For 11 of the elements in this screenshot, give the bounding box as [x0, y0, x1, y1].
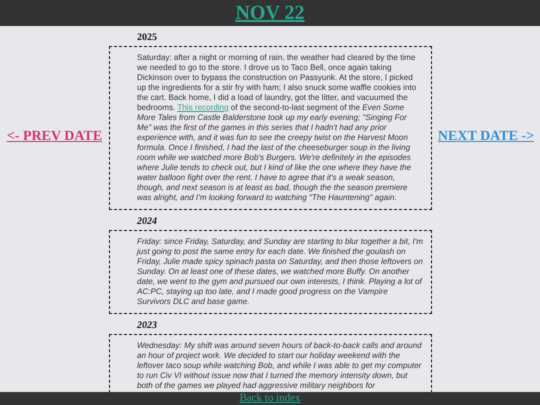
- year-heading: 2025: [136, 31, 158, 45]
- prev-date-link[interactable]: <- PREV DATE: [6, 129, 102, 146]
- year-heading: 2023: [136, 319, 158, 333]
- year-heading: 2024: [136, 215, 158, 229]
- back-to-index-link[interactable]: Back to index: [239, 392, 301, 405]
- next-date-link[interactable]: NEXT DATE ->: [438, 129, 534, 146]
- entry-text: Wednesday: My shift was around seven hours of back-to-back calls and around an hour of project work. We decided to start our holiday weekend with the leftover taco soup while watching Bob, and while I was able to get my computer to run Civ VI without issue now that I turned the memory intensity down, but both of the games we played had aggressive military neighbors for: [137, 341, 423, 391]
- page-title: NOV 22: [235, 2, 305, 24]
- entry-text: Friday: since Friday, Saturday, and Sunday are starting to blur together a bit, I'm just going to post the same entry for each date. We finished the goulash on Friday, Julie made spicy spinach pasta on Saturday, and then those leftovers on Sunday. On at least one of these dates, we watched more Buffy. On another date, we went to the gym and pursued our own interests, I think. Playing a lot of AC:PC, staying up too late, and I made good progress on the Vampire Survivors DLC and base game.: [137, 237, 423, 307]
- entry-text: Saturday: after a night or morning of rain, the weather had cleared by the time we needed to go to the store. I drove us to Taco Bell, once again taking Dickinson over to bypass the construction on Passyunk. At the store, I picked up the ingredients for a stir fry with ham; I also snuck some waffle cookies into the cart. Back home, I did a load of laundry, got the litter, and vacuumed the bedrooms. This recording of the second-to-last segment of the Even Some More Tales from Castle Balderstone took up my early evening; "Singing For Me" was the first of the games in this series that I hadn't had any prior experience with, and it was fun to see the creepy twist on the Harvest Moon formula. Once I finished, I had the last of the cheeseburger soup in the living room while we watched more Bob's Burgers. We're definitely in the episodes where Julie tends to check out, but I kind of like the one where they have the water balloon fight over the rent. I have to agree that it's a weak season, though, and next season is at least as bad, though the the season premiere was alright, and I'm looking forward to watching "The Hauntening" again.: [137, 53, 418, 203]
- recording-link[interactable]: This recording: [177, 103, 229, 112]
